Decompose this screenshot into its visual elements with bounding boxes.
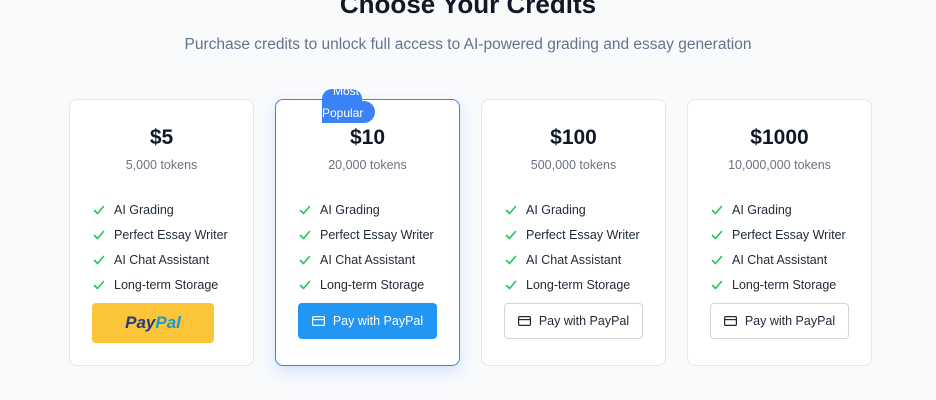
plan-price: $1000 bbox=[750, 126, 809, 149]
button-label: Pay with PayPal bbox=[744, 314, 836, 328]
button-label: Pay with PayPal bbox=[538, 314, 630, 328]
feature-item: AI Grading bbox=[505, 197, 640, 222]
feature-item: Perfect Essay Writer bbox=[93, 222, 228, 247]
feature-label: AI Chat Assistant bbox=[320, 252, 416, 267]
paypal-logo-pal: Pal bbox=[155, 313, 181, 332]
credit-card-icon bbox=[311, 316, 325, 326]
feature-label: Perfect Essay Writer bbox=[526, 227, 640, 242]
feature-item: Long-term Storage bbox=[299, 272, 434, 297]
feature-label: Perfect Essay Writer bbox=[320, 227, 434, 242]
pay-with-paypal-button[interactable]: Pay with PayPal bbox=[298, 303, 437, 339]
pay-with-paypal-button[interactable]: Pay with PayPal bbox=[710, 303, 849, 339]
page-title: Choose Your Credits bbox=[339, 0, 597, 19]
feature-label: AI Chat Assistant bbox=[732, 252, 828, 267]
check-icon bbox=[505, 230, 517, 239]
page-subtitle: Purchase credits to unlock full access t… bbox=[184, 36, 752, 53]
check-icon bbox=[505, 255, 517, 264]
feature-label: Perfect Essay Writer bbox=[732, 227, 846, 242]
plan-price: $100 bbox=[550, 126, 597, 149]
credit-card-icon bbox=[517, 316, 531, 326]
check-icon bbox=[505, 205, 517, 214]
feature-item: AI Chat Assistant bbox=[711, 247, 846, 272]
feature-label: Long-term Storage bbox=[320, 277, 425, 292]
feature-label: AI Grading bbox=[114, 202, 174, 217]
feature-label: AI Grading bbox=[320, 202, 380, 217]
feature-item: Long-term Storage bbox=[505, 272, 640, 297]
check-icon bbox=[711, 255, 723, 264]
check-icon bbox=[299, 280, 311, 289]
feature-label: Long-term Storage bbox=[732, 277, 837, 292]
feature-item: Perfect Essay Writer bbox=[299, 222, 434, 247]
feature-list: AI Grading Perfect Essay Writer AI Chat … bbox=[505, 197, 640, 297]
feature-list: AI Grading Perfect Essay Writer AI Chat … bbox=[93, 197, 228, 297]
plan-tokens: 20,000 tokens bbox=[328, 158, 407, 172]
feature-list: AI Grading Perfect Essay Writer AI Chat … bbox=[711, 197, 846, 297]
check-icon bbox=[505, 280, 517, 289]
feature-item: AI Chat Assistant bbox=[299, 247, 434, 272]
feature-label: AI Grading bbox=[526, 202, 586, 217]
pay-with-paypal-button[interactable]: Pay with PayPal bbox=[504, 303, 643, 339]
plan-card-1000: $1000 10,000,000 tokens AI Grading Perfe… bbox=[687, 99, 872, 366]
feature-label: Long-term Storage bbox=[526, 277, 631, 292]
feature-label: AI Chat Assistant bbox=[114, 252, 210, 267]
plan-card-10: $10 Most Popular 20,000 tokens AI Gradin… bbox=[275, 84, 460, 366]
feature-item: Perfect Essay Writer bbox=[711, 222, 846, 247]
check-icon bbox=[93, 230, 105, 239]
plan-price: $5 bbox=[149, 126, 174, 149]
feature-item: Long-term Storage bbox=[711, 272, 846, 297]
most-popular-badge: Most Popular bbox=[322, 84, 375, 134]
check-icon bbox=[93, 205, 105, 214]
feature-item: AI Grading bbox=[299, 197, 434, 222]
credit-card-icon bbox=[723, 316, 737, 326]
feature-item: Long-term Storage bbox=[93, 272, 228, 297]
feature-item: Perfect Essay Writer bbox=[505, 222, 640, 247]
check-icon bbox=[299, 205, 311, 214]
check-icon bbox=[299, 255, 311, 264]
badge-line-1: Most bbox=[333, 84, 360, 98]
feature-label: Perfect Essay Writer bbox=[114, 227, 228, 242]
button-label: Pay with PayPal bbox=[332, 314, 424, 328]
check-icon bbox=[93, 255, 105, 264]
feature-label: Long-term Storage bbox=[114, 277, 219, 292]
feature-item: AI Chat Assistant bbox=[93, 247, 228, 272]
feature-item: AI Chat Assistant bbox=[505, 247, 640, 272]
feature-label: AI Chat Assistant bbox=[526, 252, 622, 267]
feature-label: AI Grading bbox=[732, 202, 792, 217]
check-icon bbox=[299, 230, 311, 239]
feature-item: AI Grading bbox=[93, 197, 228, 222]
plan-card-100: $100 500,000 tokens AI Grading Perfect E… bbox=[481, 99, 666, 366]
plan-tokens: 500,000 tokens bbox=[530, 158, 617, 172]
badge-line-2: Popular bbox=[322, 106, 364, 120]
check-icon bbox=[711, 280, 723, 289]
check-icon bbox=[711, 230, 723, 239]
feature-item: AI Grading bbox=[711, 197, 846, 222]
plan-tokens: 10,000,000 tokens bbox=[728, 158, 831, 172]
paypal-logo-pay: Pay bbox=[125, 313, 156, 332]
check-icon bbox=[93, 280, 105, 289]
check-icon bbox=[711, 205, 723, 214]
plan-tokens: 5,000 tokens bbox=[125, 158, 198, 172]
plan-card-5: $5 5,000 tokens AI Grading Perfect Essay… bbox=[69, 99, 254, 366]
paypal-button[interactable]: Pay Pal bbox=[92, 303, 214, 343]
feature-list: AI Grading Perfect Essay Writer AI Chat … bbox=[299, 197, 434, 297]
